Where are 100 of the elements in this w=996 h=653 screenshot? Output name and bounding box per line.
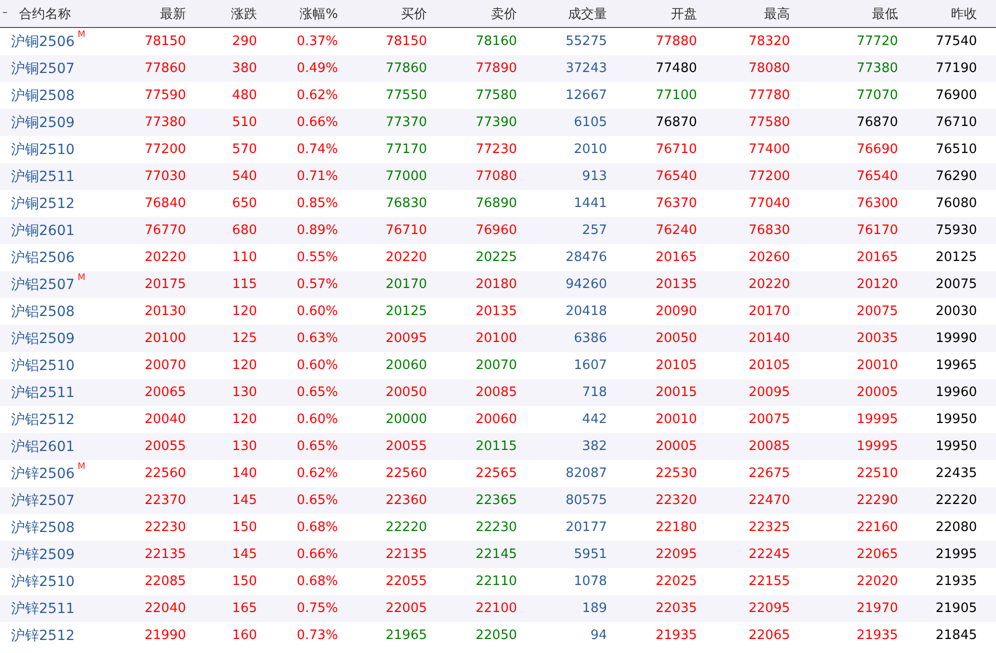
table-cell-text: 19960: [934, 385, 977, 400]
table-cell-text: 22095: [654, 547, 697, 562]
table-cell-text: 0.63%: [296, 331, 338, 346]
table-row[interactable]: 沪铝2509 20100 125 0.63% 20095 20100 6386 20050 20140 20035 19990: [0, 325, 996, 352]
contract-name: 沪锌2508: [11, 518, 75, 536]
table-cell-text: 76240: [654, 223, 697, 238]
column-header[interactable]: 开盘: [607, 4, 697, 22]
table-cell-text: 20050: [384, 385, 427, 400]
table-cell-text: 19995: [856, 412, 898, 427]
table-cell-text: 76690: [856, 142, 898, 157]
table-cell-text: 20120: [856, 277, 898, 292]
table-cell-text: 20125: [384, 304, 427, 319]
column-header[interactable]: 买价: [338, 4, 427, 22]
table-cell-text: 20170: [748, 304, 790, 319]
column-header[interactable]: 涨幅%: [257, 4, 338, 22]
table-cell-text: 0.62%: [296, 466, 338, 481]
column-header[interactable]: 涨跌: [186, 4, 257, 22]
table-cell-text: 22245: [748, 547, 790, 562]
table-cell-text: 77400: [748, 142, 790, 157]
column-header[interactable]: 卖价: [427, 4, 517, 22]
contract-name: 沪铝2508: [11, 302, 75, 320]
table-cell-text: 20060: [384, 358, 427, 373]
contract-name: 沪铜2512: [11, 194, 75, 212]
table-cell-text: 0.57%: [296, 277, 338, 292]
table-cell-text: 77080: [474, 169, 517, 184]
table-cell-text: 6105: [572, 115, 607, 130]
table-cell-text: 20170: [384, 277, 427, 292]
table-cell-text: 20135: [474, 304, 517, 319]
table-cell-text: 20100: [144, 331, 186, 346]
main-contract-mark: M: [78, 30, 86, 40]
main-contract-mark: M: [78, 462, 86, 472]
table-row[interactable]: 沪铜2601 76770 680 0.89% 76710 76960 257 76240 76830 76170 75930: [0, 217, 996, 244]
table-cell-text: 77040: [748, 196, 790, 211]
table-row[interactable]: 沪铜2511 77030 540 0.71% 77000 77080 913 76540 77200 76540 76290: [0, 163, 996, 190]
table-cell-text: 20135: [654, 277, 697, 292]
table-cell-text: 1607: [572, 358, 607, 373]
table-cell-text: 75930: [934, 223, 977, 238]
table-cell-text: 77200: [144, 142, 186, 157]
table-cell-text: 0.75%: [296, 601, 338, 616]
table-cell-text: 76960: [474, 223, 517, 238]
table-cell-text: 120: [231, 304, 257, 319]
column-header[interactable]: 最低: [790, 4, 898, 22]
table-cell-text: 76710: [934, 115, 977, 130]
table-cell-text: 37243: [564, 61, 607, 76]
table-cell-text: 78150: [144, 34, 186, 49]
table-cell-text: 0.85%: [296, 196, 338, 211]
table-cell-text: 189: [581, 601, 607, 616]
table-row[interactable]: 沪铝2511 20065 130 0.65% 20050 20085 718 20015 20095 20005 19960: [0, 379, 996, 406]
table-cell-text: 0.68%: [296, 520, 338, 535]
table-cell-text: 0.71%: [296, 169, 338, 184]
table-cell-text: 0.37%: [296, 34, 338, 49]
table-cell-text: 76510: [934, 142, 977, 157]
table-cell-text: 1441: [572, 196, 607, 211]
table-cell-text: 77380: [144, 115, 186, 130]
table-cell-text: 22370: [144, 493, 186, 508]
column-header[interactable]: 最新: [130, 4, 186, 22]
table-cell-text: 257: [581, 223, 607, 238]
table-cell-text: 21990: [144, 628, 186, 643]
table-cell-text: 76540: [856, 169, 898, 184]
column-header[interactable]: 最高: [697, 4, 790, 22]
contract-name: 沪铝2510: [11, 356, 75, 374]
column-header[interactable]: 昨收: [898, 4, 977, 22]
table-row[interactable]: 沪锌2507 22370 145 0.65% 22360 22365 80575 22320 22470 22290 22220: [0, 487, 996, 514]
table-cell-text: 77230: [474, 142, 517, 157]
table-row[interactable]: 沪铜2509 77380 510 0.66% 77370 77390 6105 76870 77580 76870 76710: [0, 109, 996, 136]
table-row[interactable]: 沪铝2601 20055 130 0.65% 20055 20115 382 20005 20085 19995 19950: [0, 433, 996, 460]
table-cell-text: 510: [231, 115, 257, 130]
table-cell-text: 22095: [748, 601, 790, 616]
table-cell-text: 0.65%: [296, 439, 338, 454]
table-cell-text: 20115: [474, 439, 517, 454]
table-cell-text: 77170: [384, 142, 427, 157]
table-cell-text: 22230: [474, 520, 517, 535]
table-cell-text: 20075: [748, 412, 790, 427]
table-cell-text: 77380: [856, 61, 898, 76]
table-cell-text: 22565: [474, 466, 517, 481]
table-cell-text: 0.62%: [296, 88, 338, 103]
table-cell-text: 78080: [748, 61, 790, 76]
table-cell-text: 20260: [748, 250, 790, 265]
table-cell-text: 20140: [748, 331, 790, 346]
table-cell-text: 22160: [856, 520, 898, 535]
table-row[interactable]: 沪铝2507 M 20175 115 0.57% 20170 20180 94260 20135 20220 20120 20075: [0, 271, 996, 298]
table-cell-text: 0.89%: [296, 223, 338, 238]
column-header[interactable]: 合约名称: [0, 4, 130, 22]
table-cell-text: 650: [231, 196, 257, 211]
table-row[interactable]: 沪铜2507 77860 380 0.49% 77860 77890 37243 77480 78080 77380 77190: [0, 55, 996, 82]
table-cell-text: 120: [231, 358, 257, 373]
table-cell-text: 22220: [934, 493, 977, 508]
table-cell-text: 55275: [564, 34, 607, 49]
table-cell-text: 21995: [934, 547, 977, 562]
table-cell-text: 5951: [572, 547, 607, 562]
table-cell-text: 77880: [654, 34, 697, 49]
table-row[interactable]: 沪锌2509 22135 145 0.66% 22135 22145 5951 22095 22245 22065 21995: [0, 541, 996, 568]
table-row[interactable]: 沪锌2511 22040 165 0.75% 22005 22100 189 22035 22095 21970 21905: [0, 595, 996, 622]
table-cell-text: 19950: [934, 439, 977, 454]
column-header[interactable]: 成交量: [517, 4, 607, 22]
table-cell-text: 140: [231, 466, 257, 481]
table-cell-text: 76710: [384, 223, 427, 238]
table-cell-text: 76870: [654, 115, 697, 130]
table-cell-text: 19990: [934, 331, 977, 346]
table-cell-text: 22055: [384, 574, 427, 589]
